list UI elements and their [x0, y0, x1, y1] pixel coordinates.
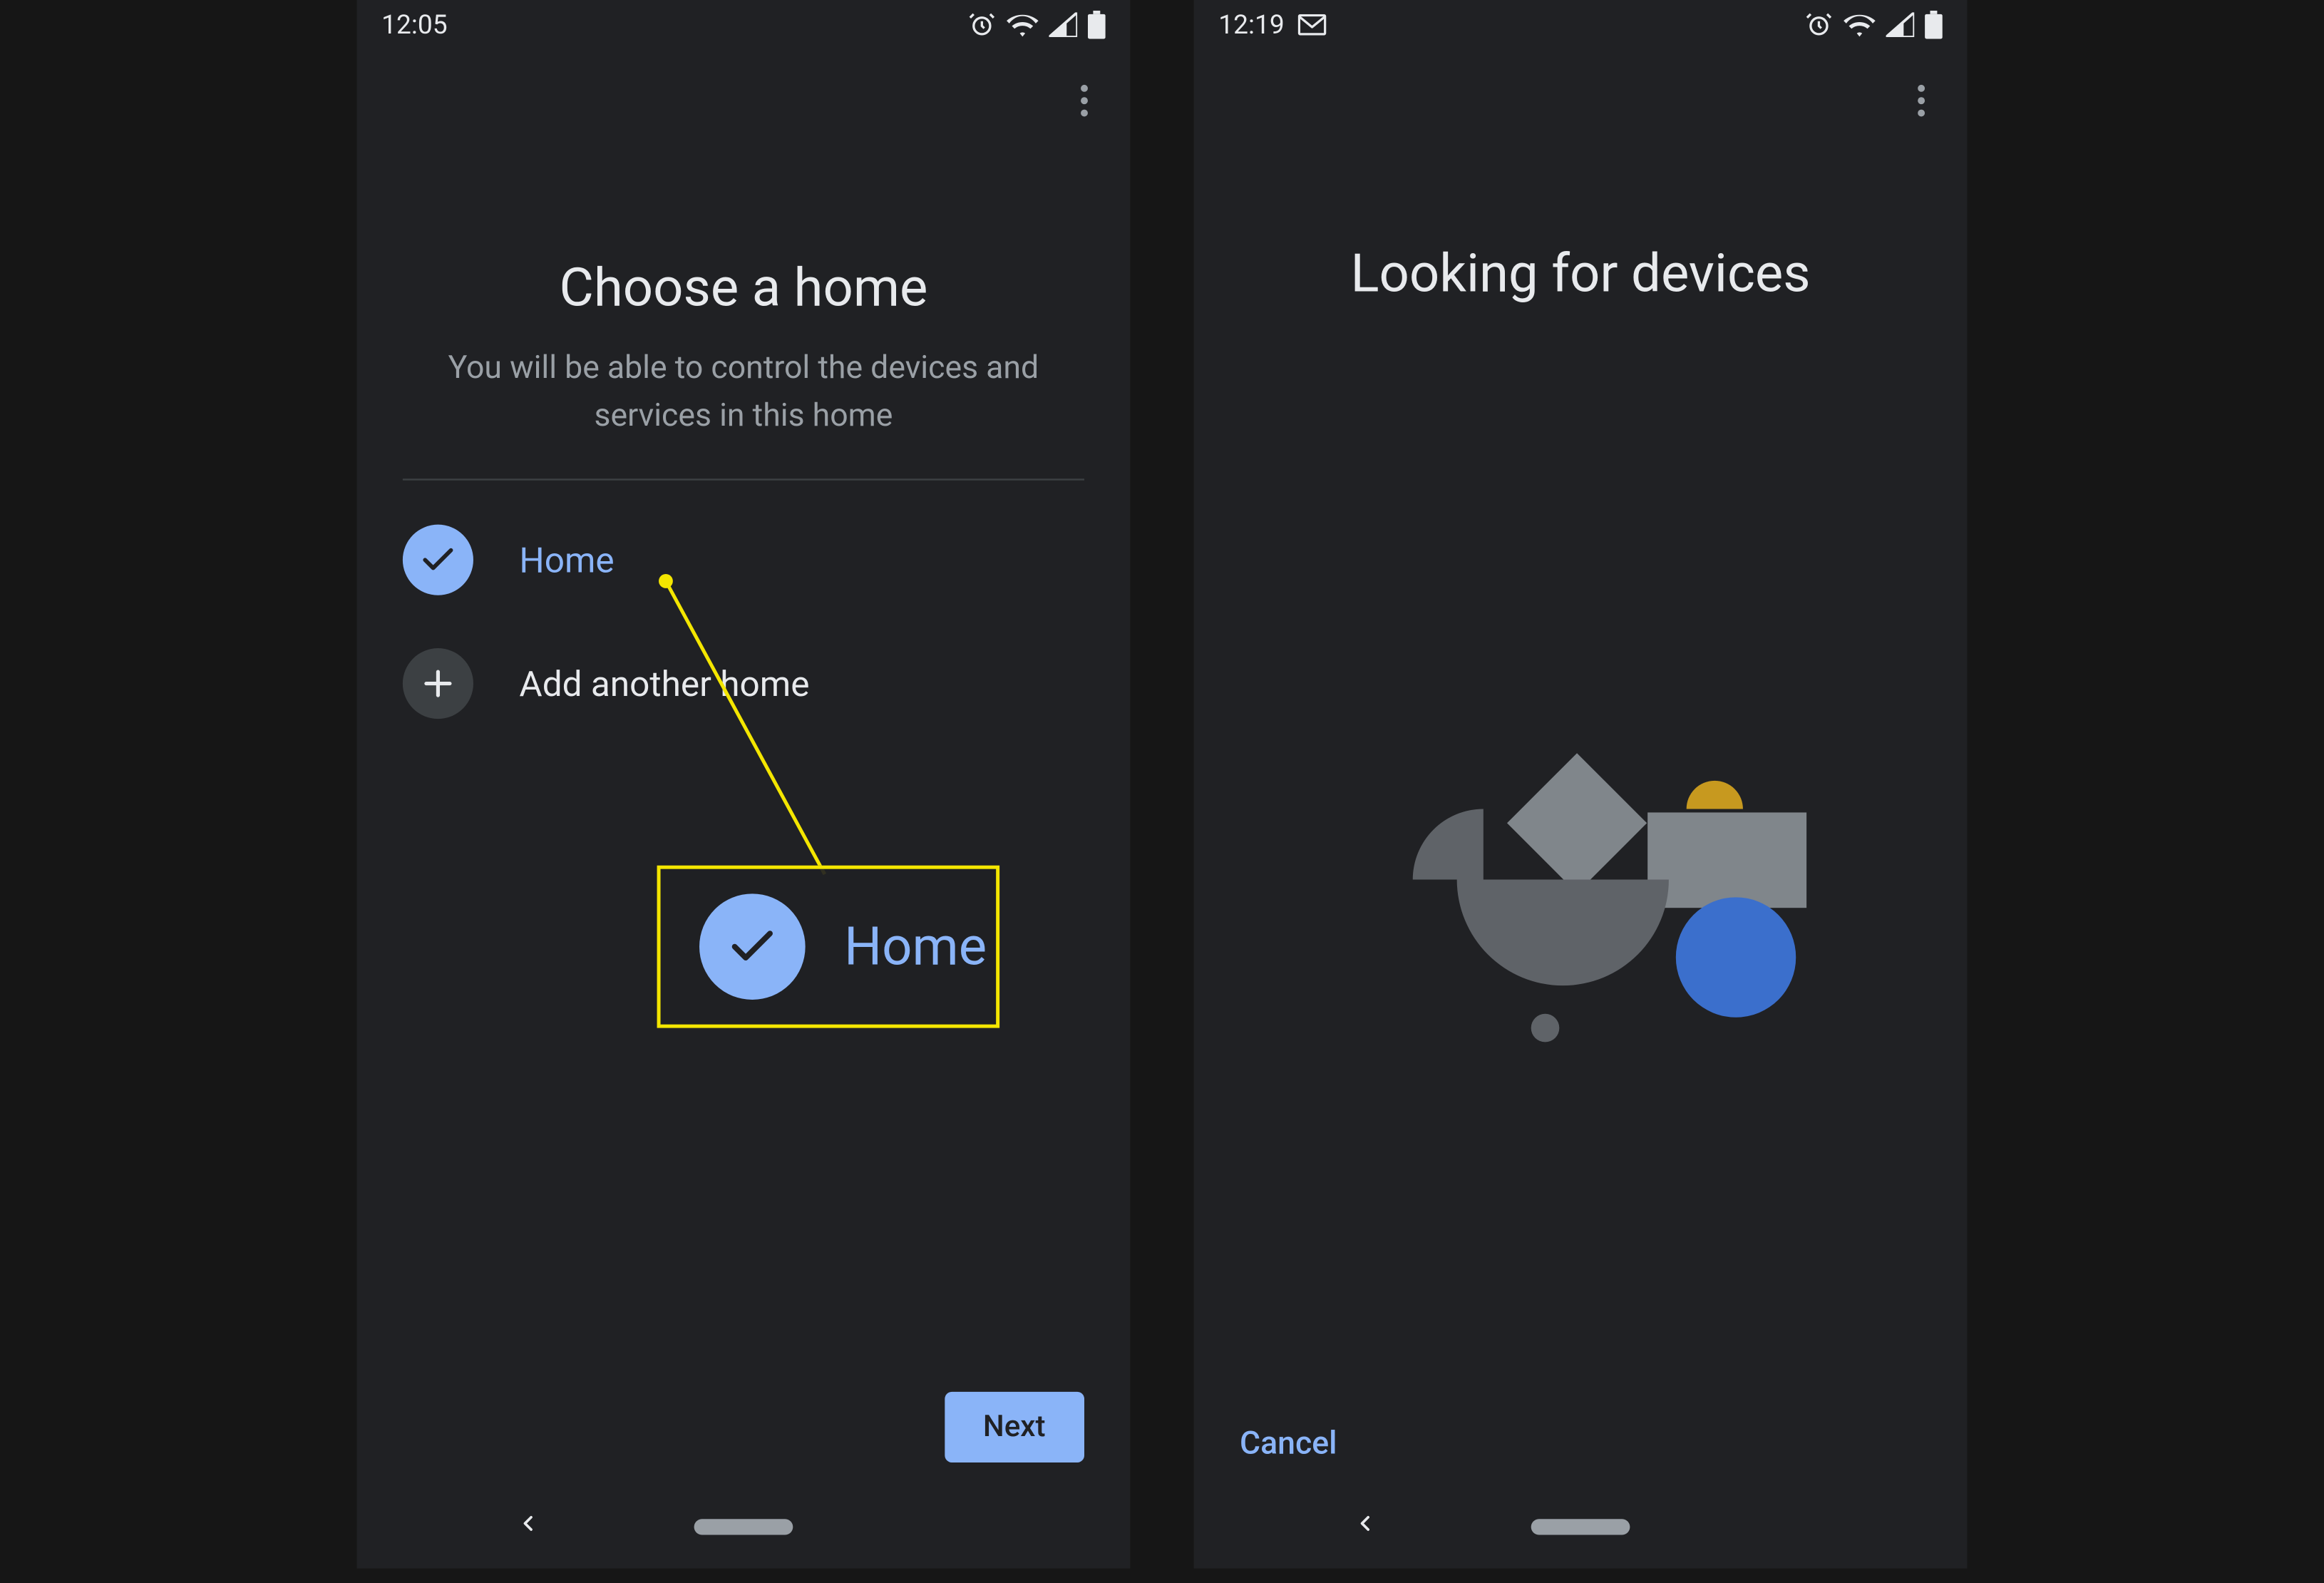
page-subtitle: You will be able to control the devices …: [399, 344, 1088, 440]
signal-icon: [1886, 12, 1915, 37]
status-icons: [1805, 11, 1943, 39]
back-icon[interactable]: [515, 1510, 540, 1543]
home-option-label: Home: [519, 538, 614, 580]
signal-icon: [1049, 12, 1077, 37]
wifi-icon: [1844, 12, 1876, 37]
plus-icon: [403, 648, 473, 719]
home-pill[interactable]: [1531, 1518, 1630, 1534]
home-pill[interactable]: [694, 1518, 793, 1534]
battery-icon: [1925, 11, 1943, 39]
status-bar: 12:19: [1194, 0, 1968, 49]
nav-bar: [1194, 1484, 1968, 1569]
next-button[interactable]: Next: [944, 1392, 1084, 1462]
loading-illustration: [1333, 738, 1828, 1056]
check-icon: [699, 893, 806, 1000]
home-option-home[interactable]: Home: [403, 498, 1084, 622]
phone-screen-choose-home: 12:05 Choos: [356, 0, 1130, 1569]
status-bar: 12:05: [356, 0, 1130, 49]
battery-icon: [1088, 11, 1106, 39]
alarm-icon: [1805, 11, 1834, 39]
add-home-label: Add another home: [519, 662, 809, 705]
action-bar: [356, 49, 1130, 152]
wifi-icon: [1007, 12, 1039, 37]
back-icon[interactable]: [1353, 1510, 1378, 1543]
callout-home: Home: [657, 866, 1000, 1028]
nav-bar: [356, 1484, 1130, 1569]
more-options-icon[interactable]: [1063, 79, 1105, 121]
gmail-icon: [1299, 14, 1327, 36]
action-bar: [1194, 49, 1968, 152]
status-icons: [968, 11, 1106, 39]
cancel-button[interactable]: Cancel: [1240, 1425, 1337, 1462]
home-option-add[interactable]: Add another home: [403, 622, 1084, 745]
phone-screen-looking-for-devices: 12:19: [1194, 0, 1968, 1569]
callout-anchor-dot: [659, 574, 673, 588]
status-time: 12:05: [381, 9, 448, 41]
more-options-icon[interactable]: [1900, 79, 1942, 121]
home-list: Home Add another home: [356, 481, 1130, 746]
callout-label: Home: [844, 916, 987, 978]
status-time: 12:19: [1218, 9, 1285, 41]
page-title: Choose a home: [356, 258, 1130, 320]
page-title: Looking for devices: [1194, 244, 1968, 306]
alarm-icon: [968, 11, 997, 39]
check-icon: [403, 525, 473, 595]
